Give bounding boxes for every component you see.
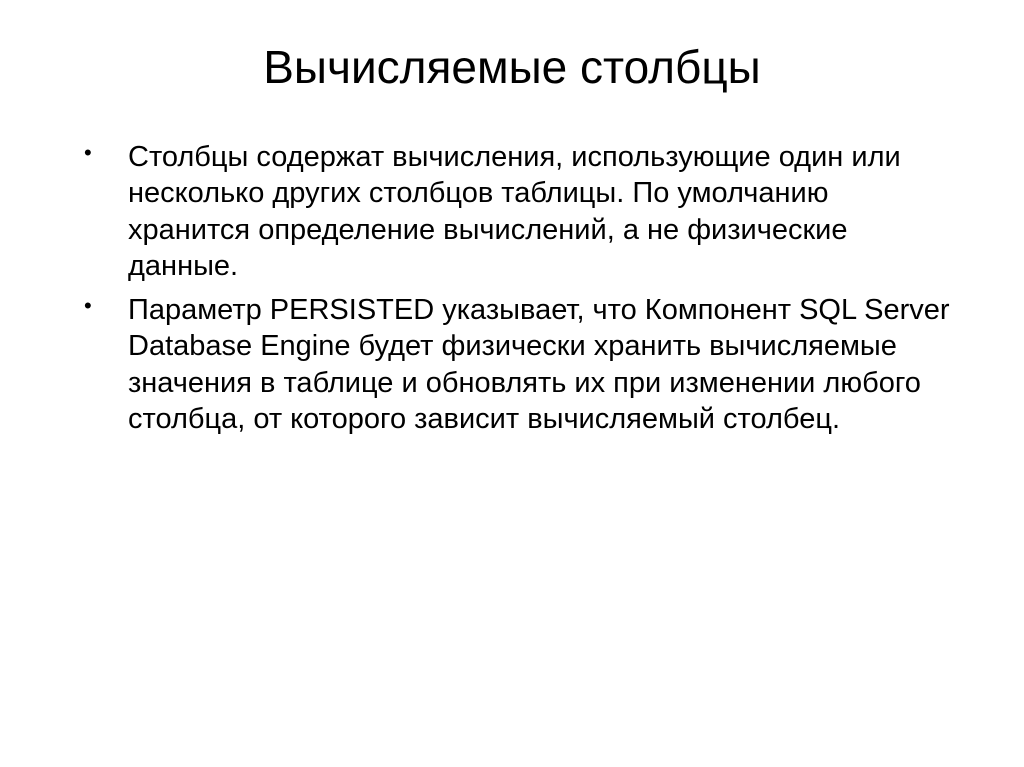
bullet-list: Столбцы содержат вычисления, использующи… (70, 139, 954, 437)
slide-content: Столбцы содержат вычисления, использующи… (50, 139, 974, 437)
slide-title: Вычисляемые столбцы (50, 40, 974, 94)
list-item: Столбцы содержат вычисления, использующи… (70, 139, 954, 284)
list-item: Параметр PERSISTED указывает, что Компон… (70, 292, 954, 437)
